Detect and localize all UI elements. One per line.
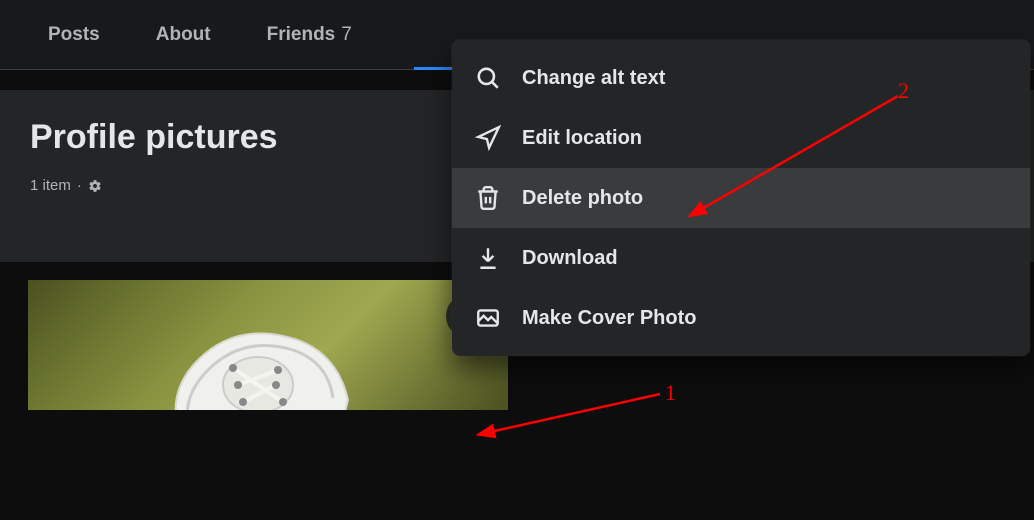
menu-label: Delete photo (522, 187, 643, 210)
menu-delete-photo[interactable]: Delete photo (452, 168, 1030, 228)
gear-icon[interactable] (88, 179, 102, 193)
download-icon (474, 244, 502, 272)
album-item-count: 1 item (30, 177, 71, 194)
image-icon (474, 304, 502, 332)
trash-icon (474, 184, 502, 212)
menu-change-alt-text[interactable]: Change alt text (452, 48, 1030, 108)
menu-edit-location[interactable]: Edit location (452, 108, 1030, 168)
menu-download[interactable]: Download (452, 228, 1030, 288)
tab-about[interactable]: About (128, 0, 239, 70)
menu-make-cover-photo[interactable]: Make Cover Photo (452, 288, 1030, 348)
tab-posts[interactable]: Posts (20, 0, 128, 70)
photo-thumbnail[interactable] (28, 280, 508, 410)
menu-label: Change alt text (522, 67, 665, 90)
menu-label: Edit location (522, 127, 642, 150)
tab-friends[interactable]: Friends 7 (239, 0, 380, 70)
menu-label: Download (522, 247, 618, 270)
menu-label: Make Cover Photo (522, 307, 696, 330)
tab-friends-count: 7 (341, 24, 352, 46)
search-icon (474, 64, 502, 92)
photo-content-illustration (138, 310, 398, 410)
active-tab-indicator (414, 67, 452, 70)
location-arrow-icon (474, 124, 502, 152)
meta-separator: · (77, 177, 82, 194)
photo-options-menu: Change alt text Edit location Delete pho… (452, 40, 1030, 356)
tab-friends-label: Friends (267, 24, 336, 46)
photo-thumbnail-wrap (0, 280, 510, 410)
